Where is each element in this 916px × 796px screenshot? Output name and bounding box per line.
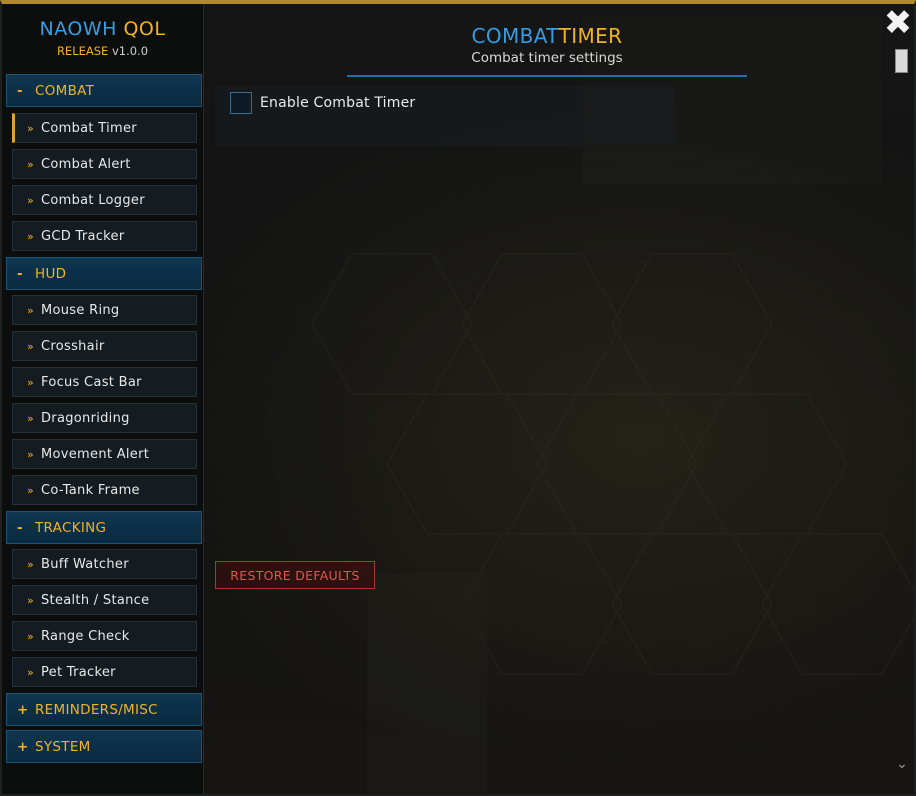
section-system[interactable]: + SYSTEM [6,730,202,763]
sidebar-item-label: Movement Alert [41,446,150,462]
enable-combat-timer-checkbox[interactable] [230,92,252,114]
sidebar-item-label: Crosshair [41,338,105,354]
chevron-right-icon: » [27,629,35,643]
addon-name-part2: QOL [123,18,166,40]
section-label: COMBAT [35,82,95,99]
sidebar-item-label: Combat Logger [41,192,145,208]
expand-icon: + [17,701,29,718]
sidebar-item-label: Range Check [41,628,130,644]
header-divider [347,75,747,77]
sidebar-item-label: Buff Watcher [41,556,129,572]
close-icon[interactable]: ✖ [882,6,914,40]
chevron-right-icon: » [27,339,35,353]
sidebar-item-label: GCD Tracker [41,228,125,244]
sidebar-item-movement-alert[interactable]: » Movement Alert [12,439,197,469]
sidebar-item-pet-tracker[interactable]: » Pet Tracker [12,657,197,687]
expand-icon: + [17,738,29,755]
chevron-right-icon: » [27,411,35,425]
sidebar-item-gcd-tracker[interactable]: » GCD Tracker [12,221,197,251]
chevron-right-icon: » [27,375,35,389]
chevron-right-icon: » [27,447,35,461]
page-header: COMBATTIMER Combat timer settings [347,24,747,66]
version-label: RELEASE v1.0.0 [2,44,203,58]
sidebar-item-crosshair[interactable]: » Crosshair [12,331,197,361]
collapse-icon: - [17,82,23,99]
chevron-right-icon: » [27,483,35,497]
section-label: SYSTEM [35,738,91,755]
chevron-right-icon: » [27,229,35,243]
sidebar-item-label: Co-Tank Frame [41,482,140,498]
chevron-right-icon: » [27,593,35,607]
sidebar-item-label: Mouse Ring [41,302,120,318]
chevron-right-icon: » [27,557,35,571]
sidebar-item-stealth-stance[interactable]: » Stealth / Stance [12,585,197,615]
sidebar-item-mouse-ring[interactable]: » Mouse Ring [12,295,197,325]
page-title: COMBATTIMER [347,24,747,48]
sidebar-item-label: Pet Tracker [41,664,116,680]
sidebar-item-dragonriding[interactable]: » Dragonriding [12,403,197,433]
section-reminders-misc[interactable]: + REMINDERS/MISC [6,693,202,726]
addon-name-part1: NAOWH [39,18,117,40]
chevron-right-icon: » [27,303,35,317]
sidebar-item-range-check[interactable]: » Range Check [12,621,197,651]
page-subtitle: Combat timer settings [471,50,623,66]
enable-combat-timer-row[interactable]: Enable Combat Timer [230,92,415,114]
sidebar-item-label: Combat Timer [41,120,137,136]
scrollbar-thumb[interactable] [895,49,908,73]
sidebar-item-label: Combat Alert [41,156,131,172]
addon-name: NAOWH QOL [2,18,203,40]
sidebar-item-combat-alert[interactable]: » Combat Alert [12,149,197,179]
sidebar-item-label: Focus Cast Bar [41,374,142,390]
release-label: RELEASE [56,44,109,58]
sidebar-item-focus-cast-bar[interactable]: » Focus Cast Bar [12,367,197,397]
chevron-right-icon: » [27,121,35,135]
sidebar: NAOWH QOL RELEASE v1.0.0 - COMBAT » Comb… [2,4,204,794]
section-hud[interactable]: - HUD [6,257,202,290]
restore-defaults-button[interactable]: RESTORE DEFAULTS [215,561,375,589]
sidebar-item-combat-timer[interactable]: » Combat Timer [12,113,197,143]
section-combat[interactable]: - COMBAT [6,74,202,107]
sidebar-item-co-tank-frame[interactable]: » Co-Tank Frame [12,475,197,505]
addon-logo: NAOWH QOL RELEASE v1.0.0 [2,4,203,72]
chevron-right-icon: » [27,665,35,679]
collapse-icon: - [17,265,23,282]
collapse-icon: - [17,519,23,536]
chevron-down-icon[interactable]: ⌄ [893,756,911,774]
sidebar-item-label: Stealth / Stance [41,592,150,608]
sidebar-item-combat-logger[interactable]: » Combat Logger [12,185,197,215]
sidebar-item-buff-watcher[interactable]: » Buff Watcher [12,549,197,579]
section-label: HUD [35,265,67,282]
section-label: TRACKING [35,519,107,536]
sidebar-item-label: Dragonriding [41,410,130,426]
version-number: v1.0.0 [111,44,149,58]
page-title-part2: TIMER [558,24,623,48]
section-tracking[interactable]: - TRACKING [6,511,202,544]
chevron-right-icon: » [27,157,35,171]
enable-combat-timer-label: Enable Combat Timer [260,95,416,111]
settings-window: NAOWH QOL RELEASE v1.0.0 - COMBAT » Comb… [0,0,916,796]
chevron-right-icon: » [27,193,35,207]
section-label: REMINDERS/MISC [35,701,158,718]
page-title-part1: COMBAT [471,24,559,48]
